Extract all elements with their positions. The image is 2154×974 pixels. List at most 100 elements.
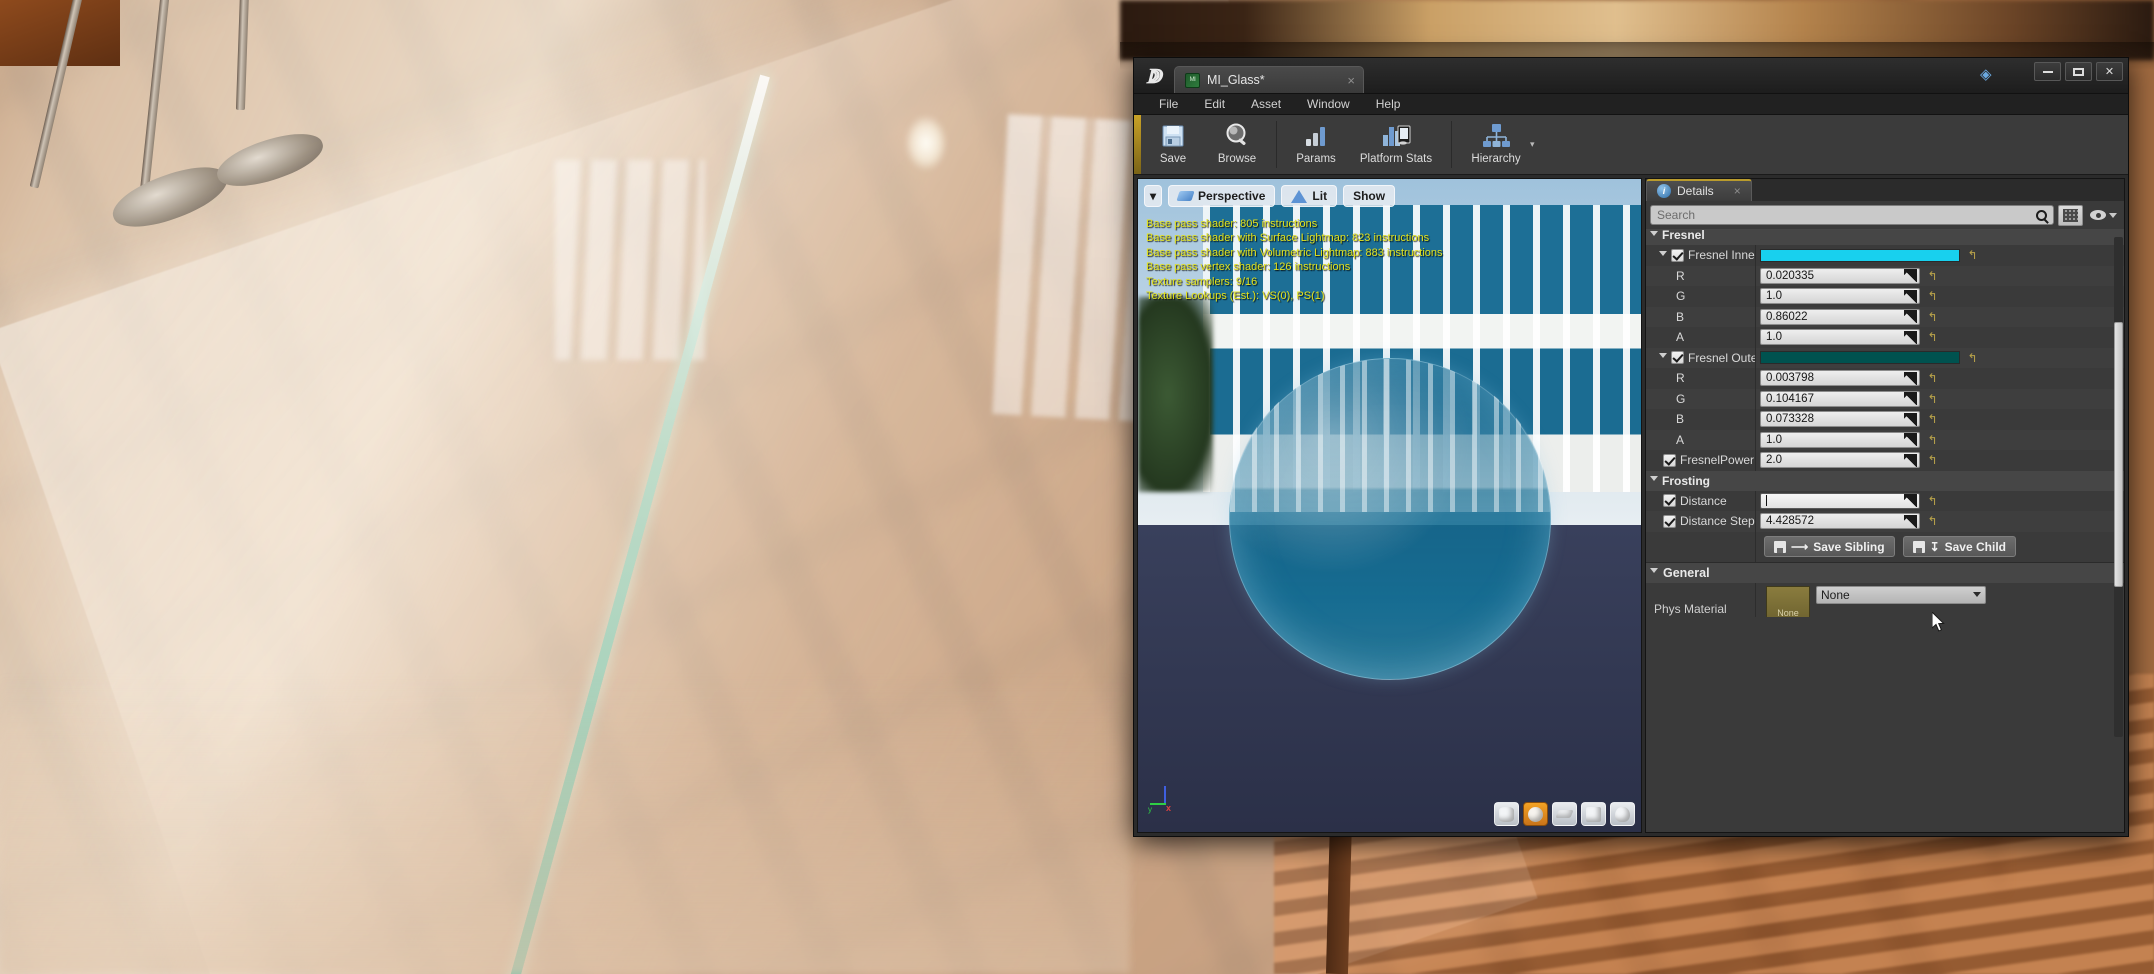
reset-arrow-icon[interactable]: ↰ bbox=[1966, 351, 1979, 364]
reset-arrow-icon[interactable]: ↰ bbox=[1926, 392, 1939, 405]
override-checkbox[interactable] bbox=[1663, 494, 1676, 508]
property-row-inner-b[interactable]: B 0.86022 ↰ bbox=[1646, 306, 2124, 327]
grid-view-button[interactable] bbox=[2058, 204, 2083, 226]
close-button[interactable]: ✕ bbox=[2096, 62, 2123, 81]
sphere-preview-button[interactable] bbox=[1523, 802, 1548, 826]
phys-material-thumbnail[interactable]: None bbox=[1766, 585, 1810, 617]
menu-file[interactable]: File bbox=[1146, 94, 1191, 115]
menu-asset[interactable]: Asset bbox=[1238, 94, 1294, 115]
viewport-options-button[interactable]: ▾ bbox=[1144, 185, 1163, 207]
save-button[interactable]: Save bbox=[1141, 115, 1205, 174]
spinner-icon[interactable] bbox=[1904, 412, 1917, 426]
save-child-button[interactable]: ↧ Save Child bbox=[1902, 536, 2016, 557]
spinner-icon[interactable] bbox=[1904, 330, 1917, 344]
viewport-show-button[interactable]: Show bbox=[1343, 185, 1396, 207]
spinner-icon[interactable] bbox=[1904, 269, 1917, 283]
reset-arrow-icon[interactable]: ↰ bbox=[1926, 454, 1939, 467]
property-row-phys-material[interactable]: Phys Material None None bbox=[1646, 582, 2124, 617]
menu-window[interactable]: Window bbox=[1294, 94, 1363, 115]
reset-arrow-icon[interactable]: ↰ bbox=[1926, 515, 1939, 528]
plane-preview-button[interactable] bbox=[1552, 802, 1577, 826]
number-value[interactable]: 0.104167 bbox=[1766, 393, 1814, 405]
spinner-icon[interactable] bbox=[1904, 514, 1917, 528]
viewport-lit-button[interactable]: Lit bbox=[1281, 185, 1338, 207]
platform-stats-button[interactable]: Platform Stats bbox=[1348, 115, 1444, 174]
reset-arrow-icon[interactable]: ↰ bbox=[1926, 331, 1939, 344]
expand-triangle-icon[interactable] bbox=[1659, 250, 1667, 260]
reset-arrow-icon[interactable]: ↰ bbox=[1926, 290, 1939, 303]
property-row-frosting-distance-steps[interactable]: Distance Steps 4.428572 ↰ bbox=[1646, 511, 2124, 532]
tab-details[interactable]: i Details × bbox=[1646, 179, 1752, 201]
number-value[interactable]: 0.86022 bbox=[1766, 311, 1808, 323]
spinner-icon[interactable] bbox=[1904, 310, 1917, 324]
spinner-icon[interactable] bbox=[1904, 494, 1917, 508]
save-sibling-button[interactable]: ⟶ Save Sibling bbox=[1764, 536, 1895, 557]
number-value[interactable]: 0.020335 bbox=[1766, 270, 1814, 282]
spinner-icon[interactable] bbox=[1904, 433, 1917, 447]
override-checkbox[interactable] bbox=[1663, 453, 1676, 467]
number-value[interactable]: 2.0 bbox=[1766, 454, 1782, 466]
property-row-outer-b[interactable]: B 0.073328 ↰ bbox=[1646, 409, 2124, 430]
expand-triangle-icon[interactable] bbox=[1659, 353, 1667, 362]
asset-tab-mi-glass[interactable]: MI MI_Glass* × bbox=[1174, 66, 1364, 93]
override-checkbox[interactable] bbox=[1671, 248, 1684, 262]
property-row-fresnel-outer-color[interactable]: Fresnel Outer C ↰ bbox=[1646, 347, 2124, 368]
cube-preview-button[interactable] bbox=[1581, 802, 1606, 826]
reset-arrow-icon[interactable]: ↰ bbox=[1966, 249, 1979, 262]
details-scrollbar-thumb[interactable] bbox=[2114, 322, 2123, 587]
color-swatch-fresnel-inner[interactable] bbox=[1760, 248, 1960, 262]
search-box[interactable] bbox=[1650, 205, 2054, 225]
override-checkbox[interactable] bbox=[1671, 351, 1684, 365]
reset-arrow-icon[interactable]: ↰ bbox=[1926, 372, 1939, 385]
property-list-scroll[interactable]: Fresnel Fresnel Inner C ↰ R bbox=[1646, 229, 2124, 832]
number-value[interactable]: 1.0 bbox=[1766, 331, 1782, 343]
number-value[interactable]: 0.073328 bbox=[1766, 413, 1814, 425]
category-header-fresnel[interactable]: Fresnel bbox=[1646, 229, 2124, 245]
number-value[interactable]: 1.0 bbox=[1766, 290, 1782, 302]
property-row-outer-a[interactable]: A 1.0 ↰ bbox=[1646, 429, 2124, 450]
details-scrollbar-track[interactable] bbox=[2114, 237, 2123, 737]
cylinder-preview-button[interactable] bbox=[1494, 802, 1519, 826]
minimize-button[interactable] bbox=[2034, 62, 2061, 81]
number-value[interactable]: 4.428572 bbox=[1766, 515, 1814, 527]
tab-close-icon[interactable]: × bbox=[1325, 73, 1355, 88]
property-row-fresnel-power[interactable]: FresnelPower 2.0 ↰ bbox=[1646, 450, 2124, 471]
params-button[interactable]: Params bbox=[1284, 115, 1348, 174]
spinner-icon[interactable] bbox=[1904, 371, 1917, 385]
hierarchy-button[interactable]: Hierarchy bbox=[1459, 115, 1533, 174]
property-row-outer-r[interactable]: R 0.003798 ↰ bbox=[1646, 368, 2124, 389]
menu-edit[interactable]: Edit bbox=[1191, 94, 1238, 115]
viewport-perspective-button[interactable]: Perspective bbox=[1168, 185, 1276, 207]
unreal-cube-icon: ◈ bbox=[1980, 66, 1992, 83]
reset-arrow-icon[interactable]: ↰ bbox=[1926, 269, 1939, 282]
reset-arrow-icon[interactable]: ↰ bbox=[1926, 310, 1939, 323]
spinner-icon[interactable] bbox=[1904, 289, 1917, 303]
reset-arrow-icon[interactable]: ↰ bbox=[1926, 413, 1939, 426]
search-input[interactable] bbox=[1657, 208, 2036, 222]
property-row-inner-r[interactable]: R 0.020335 ↰ bbox=[1646, 265, 2124, 286]
teapot-preview-button[interactable] bbox=[1610, 802, 1635, 826]
phys-material-combo[interactable]: None bbox=[1816, 585, 1986, 604]
number-value[interactable]: 1.0 bbox=[1766, 434, 1782, 446]
visibility-dropdown[interactable] bbox=[2087, 210, 2120, 220]
property-row-outer-g[interactable]: G 0.104167 ↰ bbox=[1646, 388, 2124, 409]
maximize-button[interactable] bbox=[2065, 62, 2092, 81]
reset-arrow-icon[interactable]: ↰ bbox=[1926, 433, 1939, 446]
menu-help[interactable]: Help bbox=[1363, 94, 1414, 115]
number-value[interactable]: 0.003798 bbox=[1766, 372, 1814, 384]
property-row-fresnel-inner-color[interactable]: Fresnel Inner C ↰ bbox=[1646, 245, 2124, 266]
spinner-icon[interactable] bbox=[1904, 392, 1917, 406]
material-preview-viewport[interactable]: ▾ Perspective Lit Show Base pass shader:… bbox=[1137, 178, 1642, 833]
property-row-frosting-distance[interactable]: Distance ↰ bbox=[1646, 490, 2124, 511]
category-header-frosting[interactable]: Frosting bbox=[1646, 470, 2124, 491]
category-header-general[interactable]: General bbox=[1646, 561, 2124, 583]
color-swatch-fresnel-outer[interactable] bbox=[1760, 351, 1960, 365]
property-row-inner-a[interactable]: A 1.0 ↰ bbox=[1646, 327, 2124, 348]
spinner-icon[interactable] bbox=[1904, 453, 1917, 467]
details-tab-close-icon[interactable]: × bbox=[1734, 184, 1741, 198]
override-checkbox[interactable] bbox=[1663, 514, 1676, 528]
property-row-inner-g[interactable]: G 1.0 ↰ bbox=[1646, 286, 2124, 307]
reset-arrow-icon[interactable]: ↰ bbox=[1926, 494, 1939, 507]
browse-button[interactable]: Browse bbox=[1205, 115, 1269, 174]
hierarchy-dropdown-caret-icon[interactable]: ▾ bbox=[1530, 139, 1535, 150]
